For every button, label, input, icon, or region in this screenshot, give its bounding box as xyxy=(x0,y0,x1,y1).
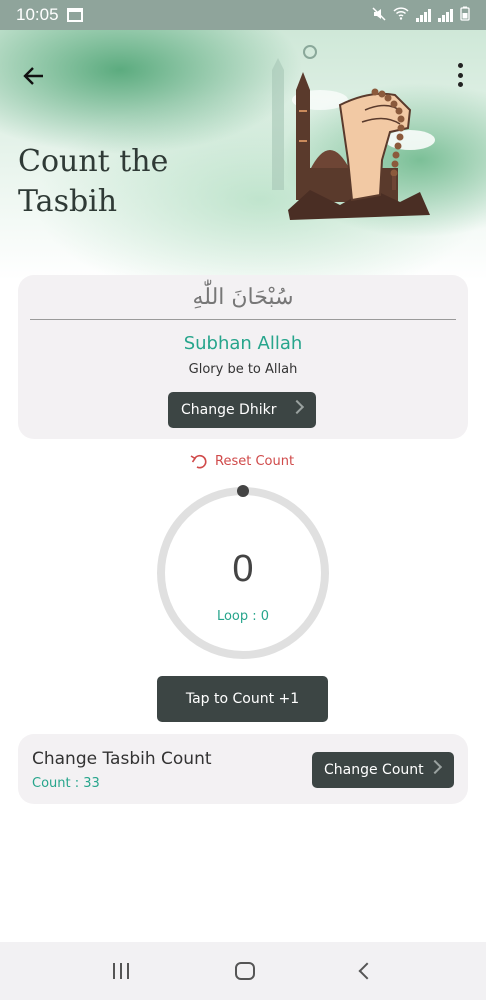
change-dhikr-button[interactable]: Change Dhikr xyxy=(168,392,316,428)
mute-icon xyxy=(372,6,386,24)
gallery-notification-icon xyxy=(66,8,83,22)
battery-icon xyxy=(460,6,470,24)
tap-to-count-label: Tap to Count +1 xyxy=(185,691,300,707)
status-icons xyxy=(372,6,470,24)
undo-icon xyxy=(190,454,207,469)
dhikr-card: سُبْحَانَ اللّٰهِ Subhan Allah Glory be … xyxy=(18,275,468,439)
reset-count-button[interactable]: Reset Count xyxy=(189,452,294,470)
signal-icon xyxy=(416,8,431,22)
dhikr-name: Subhan Allah xyxy=(183,333,303,354)
system-nav-bar xyxy=(0,942,486,1000)
nav-back-icon[interactable] xyxy=(358,962,376,980)
header-hero: Count the Tasbih xyxy=(0,30,486,280)
count-value: 0 xyxy=(232,548,254,590)
tap-to-count-button[interactable]: Tap to Count +1 xyxy=(157,676,328,722)
tasbih-count-value: Count : 33 xyxy=(32,776,100,791)
back-button[interactable] xyxy=(20,62,48,90)
change-count-label: Change Count xyxy=(324,762,424,778)
divider xyxy=(30,319,456,320)
tasbih-count-card: Change Tasbih Count Count : 33 Change Co… xyxy=(18,734,468,804)
arrow-left-icon xyxy=(23,67,43,85)
reset-count-label: Reset Count xyxy=(215,453,295,469)
status-bar: 10:05 xyxy=(0,0,486,30)
progress-knob xyxy=(237,485,249,497)
home-icon[interactable] xyxy=(235,962,255,980)
recents-icon[interactable] xyxy=(113,963,129,979)
dhikr-meaning: Glory be to Allah xyxy=(188,362,298,377)
loop-label: Loop : 0 xyxy=(216,609,270,624)
wifi-icon xyxy=(393,7,409,23)
tasbih-count-title: Change Tasbih Count xyxy=(32,749,212,769)
more-menu-button[interactable] xyxy=(454,63,466,87)
dhikr-arabic: سُبْحَانَ اللّٰهِ xyxy=(192,285,294,310)
change-dhikr-label: Change Dhikr xyxy=(181,402,277,418)
change-count-button[interactable]: Change Count xyxy=(312,752,454,788)
status-time: 10:05 xyxy=(16,5,59,24)
chevron-right-icon xyxy=(289,399,305,415)
page-title: Count the Tasbih xyxy=(18,142,168,222)
mosque-tasbih-illustration xyxy=(272,45,435,220)
page-title-line2: Tasbih xyxy=(18,184,118,219)
chevron-right-icon xyxy=(427,759,443,775)
signal-icon-2 xyxy=(438,8,453,22)
page-title-line1: Count the xyxy=(18,144,169,179)
